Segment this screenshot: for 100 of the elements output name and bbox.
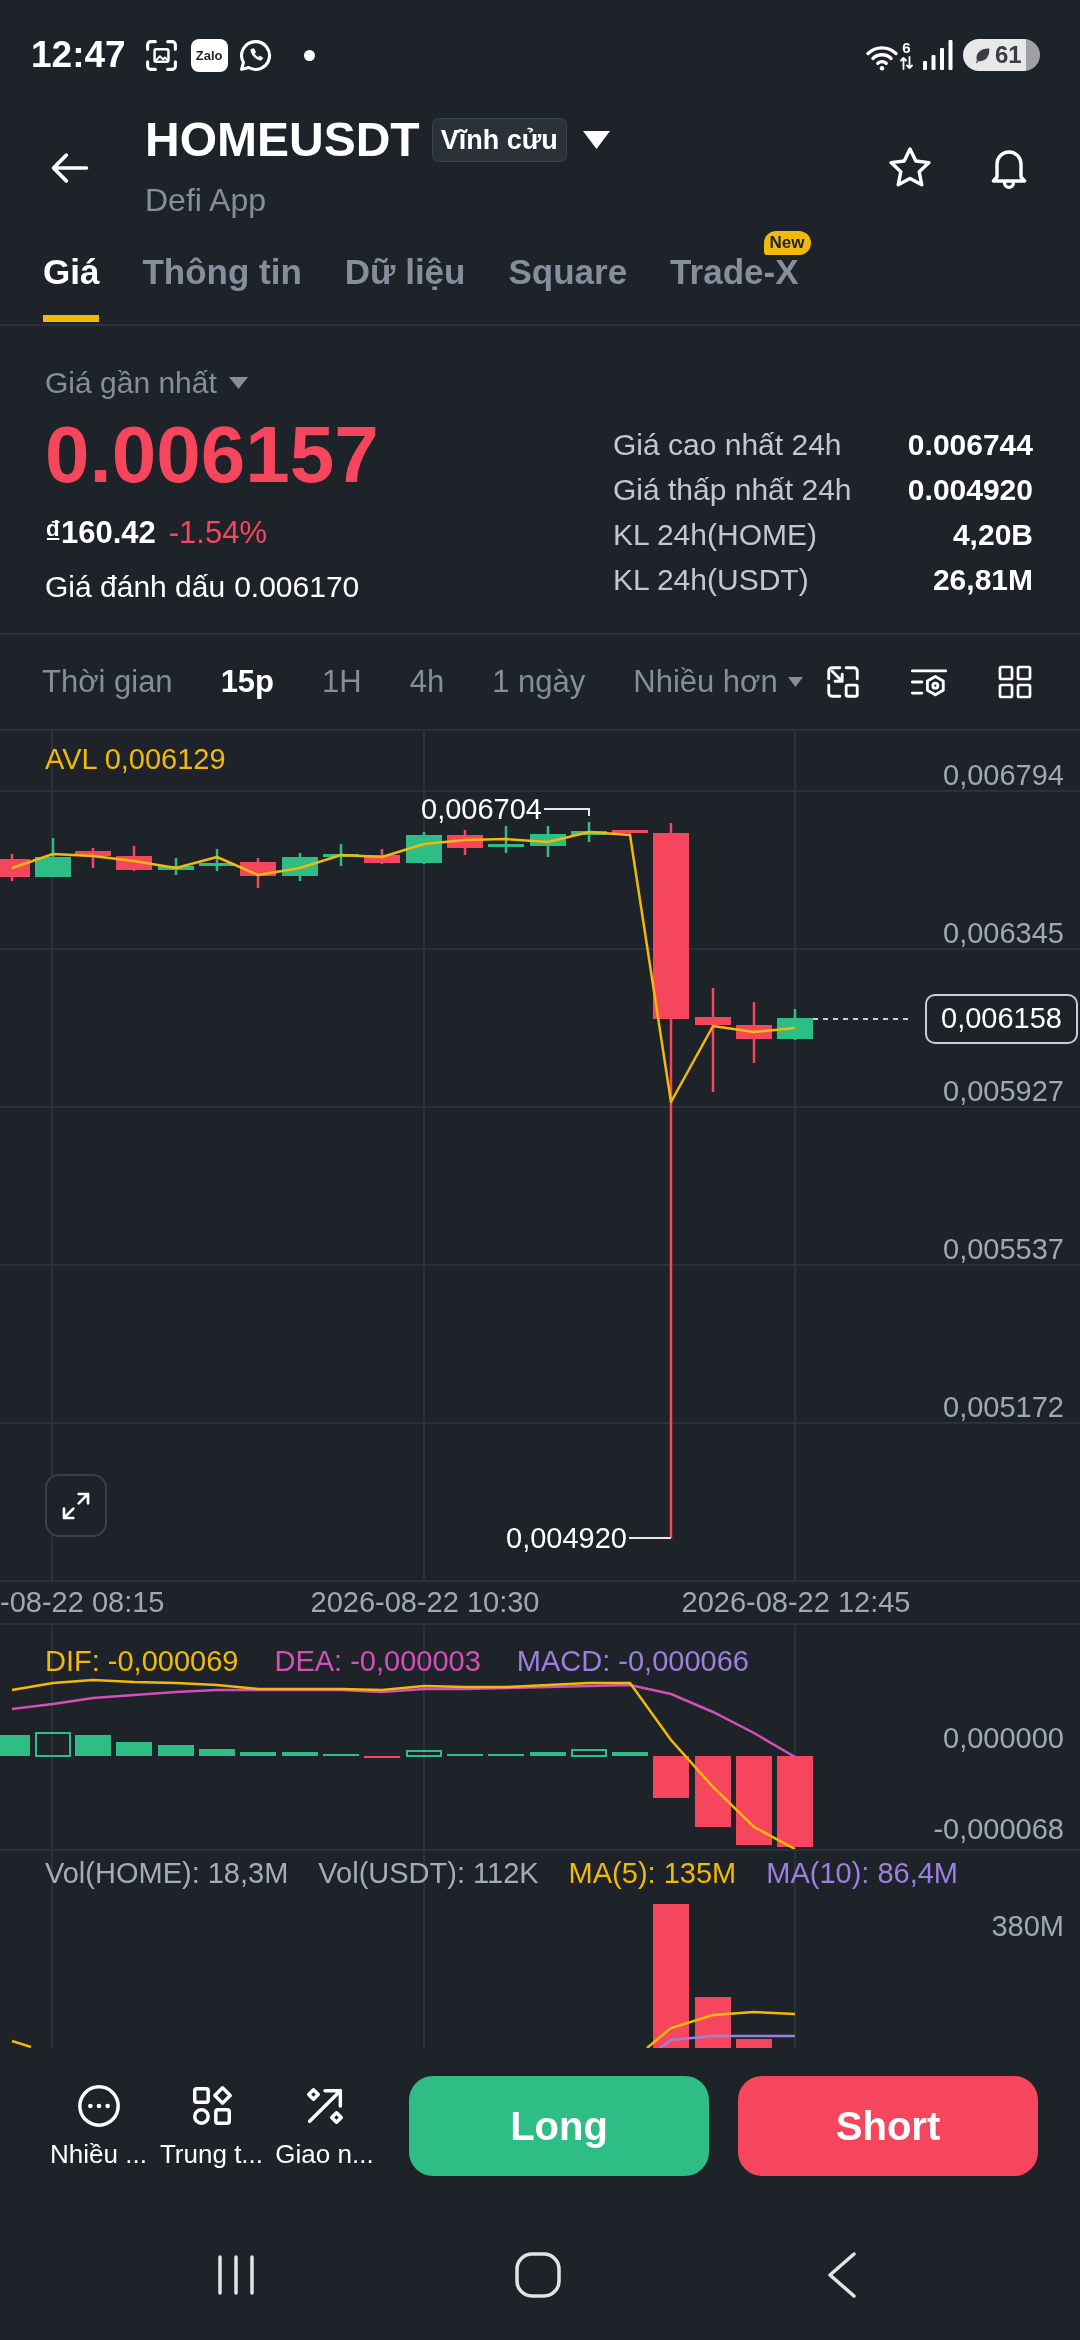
more-action-button[interactable]: Nhiều ... — [42, 2076, 155, 2171]
time-axis-label: 2026-08-22 10:30 — [310, 1585, 540, 1620]
home-icon[interactable] — [515, 2252, 561, 2298]
chat-app-badge: Zalo — [190, 38, 228, 72]
stat-label: KL 24h(USDT) — [613, 561, 809, 598]
macd-bar — [158, 1745, 194, 1756]
notification-dot-icon — [303, 49, 315, 61]
grid-icon[interactable] — [997, 664, 1033, 700]
data-arrows-icon — [900, 54, 913, 71]
candlestick — [530, 826, 566, 857]
low-price-label: 0,004920 — [506, 1521, 627, 1556]
leader-line — [543, 808, 590, 817]
candlestick — [571, 822, 607, 842]
interval-tab[interactable]: 4h — [409, 662, 445, 702]
tab[interactable]: Square — [508, 225, 628, 324]
stat-label: Giá cao nhất 24h — [613, 426, 842, 463]
price-type-dropdown[interactable]: Giá gần nhất — [45, 363, 248, 403]
macd-bar — [653, 1756, 689, 1798]
macd-bar — [116, 1742, 152, 1756]
stat-value: 0.006744 — [907, 426, 1033, 463]
macd-bar — [406, 1750, 442, 1757]
pair-symbol: HOMEUSDT — [145, 114, 420, 166]
volume-bar — [695, 1997, 731, 2048]
dropdown-caret-icon[interactable] — [582, 131, 610, 149]
tab[interactable]: Thông tin — [142, 225, 302, 324]
macd-bar — [612, 1752, 648, 1756]
leader-line — [628, 1537, 672, 1539]
volume-legend-item: MA(10): 86,4M — [766, 1856, 958, 1891]
price-change: -1.54% — [168, 514, 267, 552]
candlestick — [736, 1002, 772, 1063]
interval-tab[interactable]: 1 ngày — [492, 662, 586, 702]
trade-action-button[interactable]: Giao n... — [268, 2076, 381, 2171]
last-price: 0.006157 — [45, 415, 379, 495]
candlestick — [282, 853, 318, 881]
interval-tab[interactable]: 15p — [220, 662, 275, 702]
expand-button[interactable] — [45, 1474, 107, 1537]
ellipsis-circle-icon — [75, 2083, 122, 2129]
candlestick — [488, 826, 524, 853]
high-price-label: 0,006704 — [421, 794, 542, 824]
more-intervals-dropdown[interactable]: Nhiều hơn — [633, 662, 803, 702]
macd-bar — [35, 1732, 71, 1757]
volume-legend-item: Vol(HOME): 18,3M — [45, 1856, 289, 1891]
macd-bar — [571, 1749, 607, 1757]
candlestick — [364, 849, 400, 864]
candlestick — [406, 832, 442, 864]
tab[interactable]: Giá — [43, 225, 100, 324]
candlestick — [612, 830, 648, 834]
long-button[interactable]: Long — [409, 2076, 709, 2176]
macd-bar — [199, 1749, 235, 1756]
macd-axis-label: -0,000068 — [933, 1812, 1064, 1847]
interval-tab[interactable]: 1H — [322, 662, 362, 702]
stat-value: 0.004920 — [907, 471, 1033, 508]
macd-legend-item: MACD: -0,000066 — [516, 1644, 749, 1679]
mark-price-label: Giá đánh dấu — [45, 569, 226, 605]
price-axis-label: 0,005927 — [943, 1074, 1064, 1109]
pair-subtitle: Defi App — [145, 181, 266, 220]
candlestick — [158, 858, 194, 875]
mark-price-value: 0.006170 — [234, 569, 360, 605]
macd-bar — [0, 1735, 30, 1756]
contract-type-badge: Vĩnh cửu — [431, 118, 567, 162]
stat-label: Giá thấp nhất 24h — [613, 471, 852, 508]
avl-indicator-label: AVL 0,006129 — [45, 742, 226, 777]
status-time: 12:47 — [31, 33, 126, 77]
candlestick — [323, 844, 359, 866]
short-button[interactable]: Short — [738, 2076, 1038, 2176]
price-axis-label: 0,006345 — [943, 916, 1064, 951]
caret-icon — [228, 377, 248, 389]
candlestick — [199, 849, 235, 871]
last-price-tag: 0,006158 — [925, 994, 1078, 1044]
macd-bar — [75, 1735, 111, 1756]
network-type-label: 6 — [902, 39, 911, 55]
candlestick — [116, 846, 152, 871]
interval-tab[interactable]: Thời gian — [42, 662, 173, 702]
volume-legend-item: MA(5): 135M — [568, 1856, 737, 1891]
candlestick — [447, 830, 483, 855]
shapes-action-button[interactable]: Trung t... — [155, 2076, 268, 2171]
tab[interactable]: Dữ liệu — [344, 225, 466, 324]
candlestick — [75, 848, 111, 868]
stat-value: 4,20B — [952, 516, 1033, 553]
battery-percent: 61 — [995, 41, 1022, 69]
back-icon[interactable] — [828, 2252, 856, 2298]
macd-legend-item: DEA: -0,000003 — [274, 1644, 481, 1679]
macd-bar — [282, 1752, 318, 1756]
frame-arrow-icon[interactable] — [824, 663, 862, 701]
macd-bar — [240, 1752, 276, 1756]
stat-label: KL 24h(HOME) — [613, 516, 817, 553]
recent-apps-icon[interactable] — [217, 2255, 255, 2295]
ma5-line — [11, 2039, 32, 2048]
wifi-icon — [865, 43, 899, 71]
macd-bar — [695, 1756, 731, 1827]
volume-legend-item: Vol(USDT): 112K — [318, 1856, 539, 1891]
new-badge: New — [763, 231, 811, 255]
macd-legend-item: DIF: -0,000069 — [45, 1644, 239, 1679]
candlestick — [35, 838, 71, 877]
candlestick — [240, 858, 276, 888]
candlestick — [0, 854, 30, 881]
fiat-price: ₫160.42 — [45, 514, 156, 552]
volume-axis-label: 380M — [991, 1909, 1064, 1944]
macd-axis-label: 0,000000 — [943, 1721, 1064, 1756]
time-axis-label: -08-22 08:15 — [0, 1585, 165, 1620]
